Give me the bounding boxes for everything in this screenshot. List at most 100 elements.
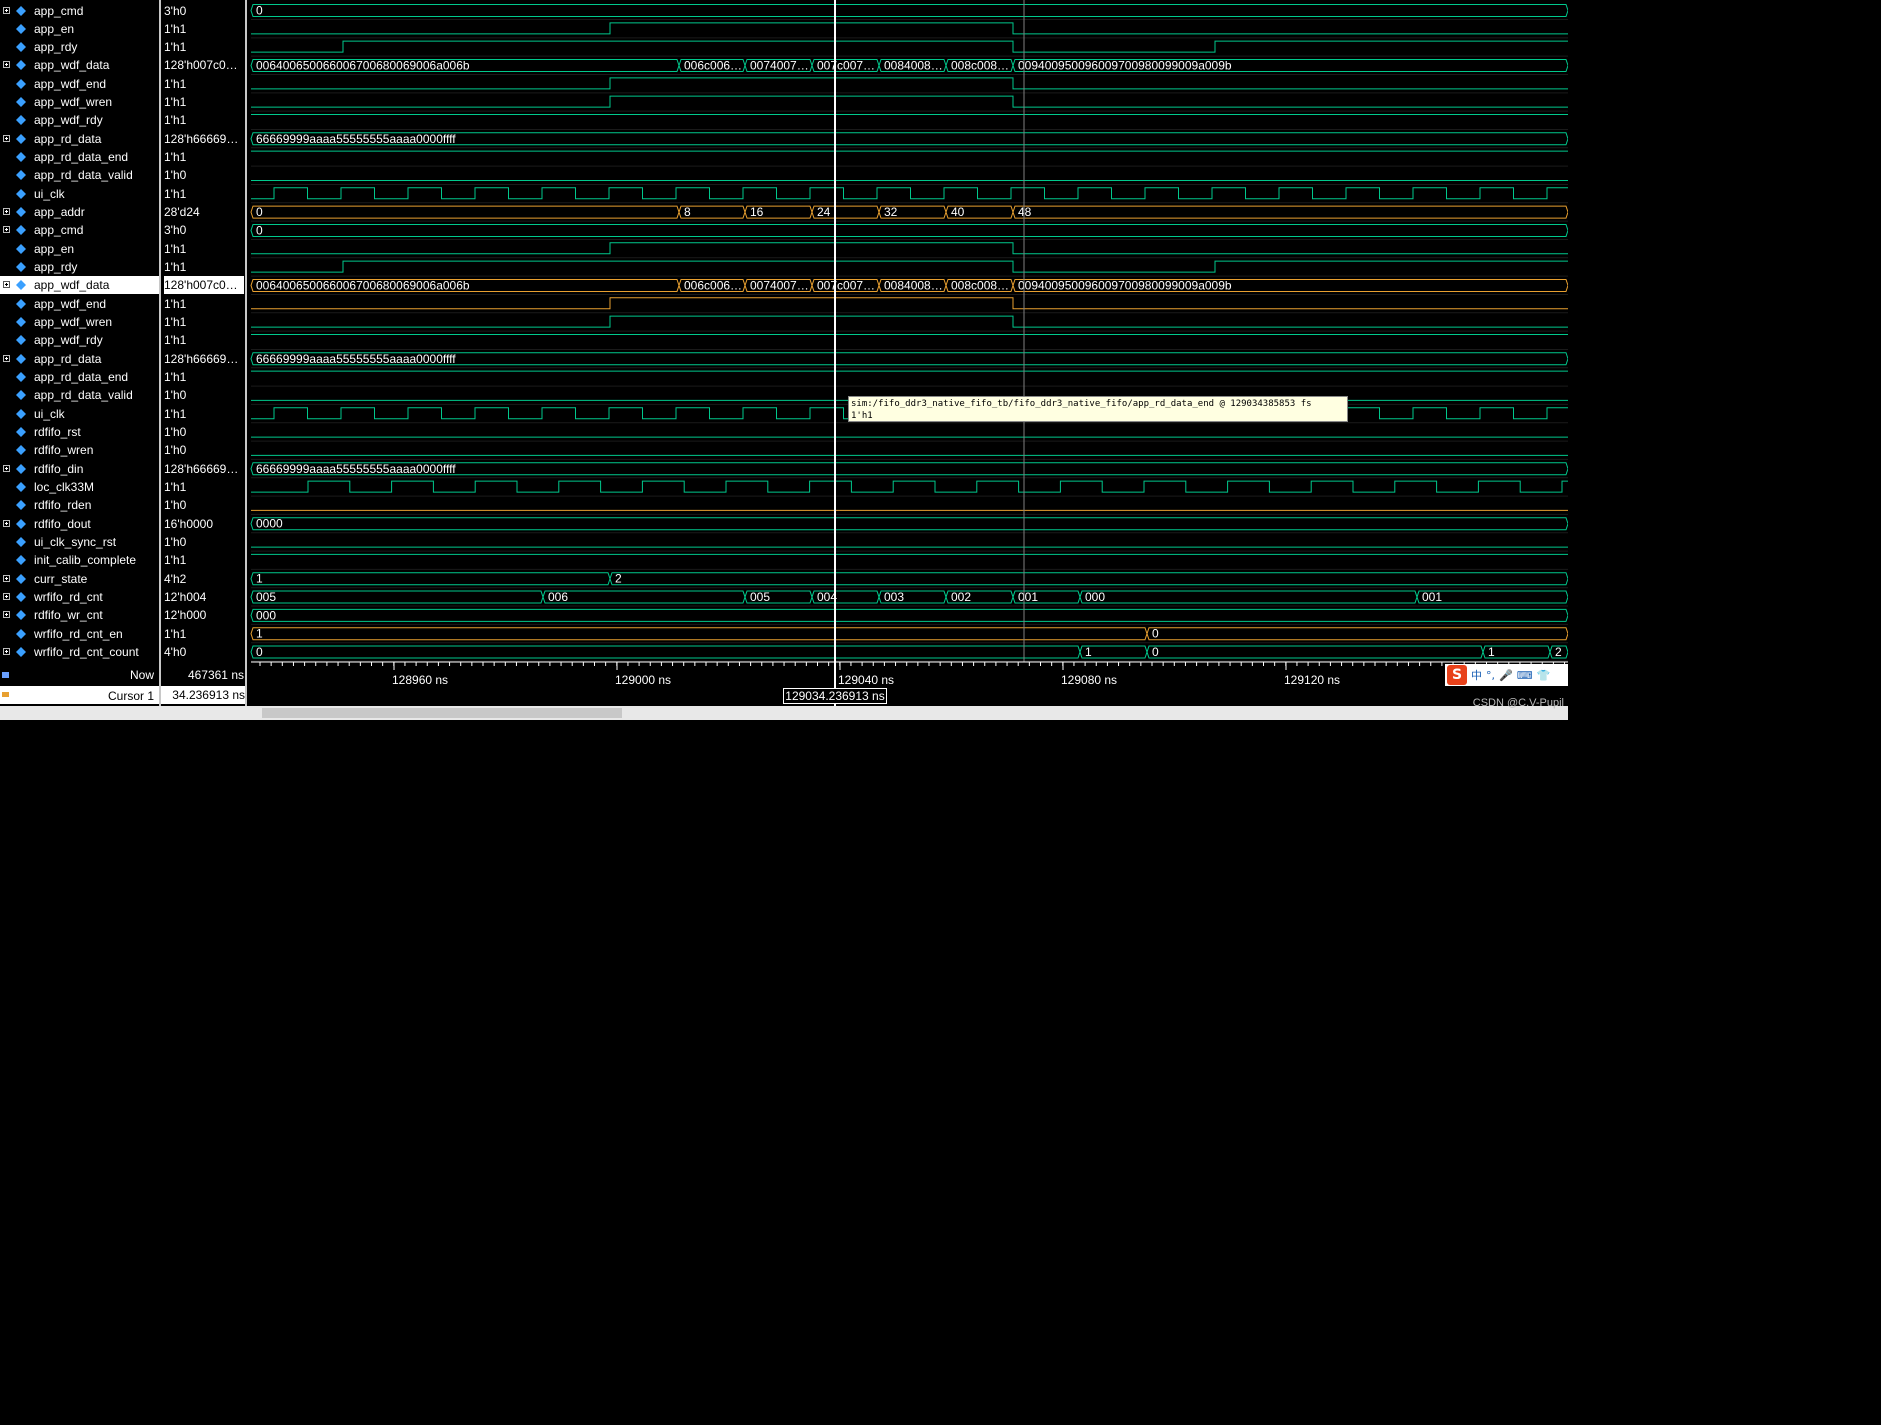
scroll-left-icon[interactable]: ◀ xyxy=(166,1413,176,1425)
scrollbar-thumb[interactable] xyxy=(262,708,622,718)
scroll-right-icon[interactable]: ▶ xyxy=(150,1413,160,1425)
cursor-label: Cursor 1 xyxy=(107,689,154,703)
signal-value: 1'h1 xyxy=(164,407,187,421)
signal-name: app_wdf_rdy xyxy=(34,333,103,347)
signal-icon xyxy=(16,170,26,180)
signal-row[interactable]: rdfifo_rden xyxy=(0,496,159,514)
bus-value-label: 0 xyxy=(256,223,263,237)
expand-icon[interactable] xyxy=(3,7,10,14)
signal-row[interactable]: wrfifo_rd_cnt_en xyxy=(0,625,159,643)
signal-row[interactable]: app_rdy xyxy=(0,258,159,276)
wave-trace xyxy=(251,315,1568,328)
signal-row[interactable]: rdfifo_din xyxy=(0,460,159,478)
signal-row[interactable]: app_rd_data_end xyxy=(0,148,159,166)
bus-value-label: 009400950096009700980099009a009b xyxy=(1018,278,1232,292)
ime-skin-icon[interactable]: 👕 xyxy=(1537,669,1551,682)
cursor-time-readout[interactable]: 129034.236913 ns xyxy=(783,688,887,704)
signal-icon xyxy=(16,207,26,217)
signal-icon xyxy=(16,189,26,199)
scroll-right-icon[interactable]: ▶ xyxy=(235,1413,245,1425)
signal-row[interactable]: app_wdf_end xyxy=(0,295,159,313)
signal-row[interactable]: app_en xyxy=(0,20,159,38)
ime-logo[interactable]: S xyxy=(1447,665,1467,685)
signal-row[interactable]: app_rdy xyxy=(0,38,159,56)
signal-row[interactable]: app_cmd xyxy=(0,221,159,239)
signal-row[interactable]: app_addr xyxy=(0,203,159,221)
signal-row[interactable]: app_wdf_rdy xyxy=(0,111,159,129)
ime-keyboard-icon[interactable]: ⌨ xyxy=(1517,669,1533,682)
signal-value: 1'h1 xyxy=(164,150,187,164)
horizontal-scrollbar-area[interactable]: ◀ ▶ ◀ ▶ ◀ xyxy=(0,706,1568,1424)
signal-name: init_calib_complete xyxy=(34,553,137,567)
waveform-canvas[interactable]: 0 006400650066006700680069006a006b 006c006… xyxy=(248,0,1568,706)
signal-row[interactable]: app_en xyxy=(0,240,159,258)
signal-name: app_en xyxy=(34,242,75,256)
signal-row[interactable]: ui_clk xyxy=(0,405,159,423)
scroll-left-icon[interactable]: ◀ xyxy=(2,1413,12,1425)
signal-row[interactable]: app_wdf_data xyxy=(0,56,159,74)
signal-name: app_addr xyxy=(34,205,85,219)
bus-value-label: 006c006… xyxy=(684,278,742,292)
bus-value-label: 003 xyxy=(884,590,904,604)
signal-row[interactable]: app_wdf_end xyxy=(0,75,159,93)
timeline-tick-label: 129040 ns xyxy=(838,673,894,687)
signal-row[interactable]: app_rd_data_valid xyxy=(0,386,159,404)
expand-icon[interactable] xyxy=(3,611,10,618)
signal-row[interactable]: app_rd_data xyxy=(0,350,159,368)
signal-icon xyxy=(16,445,26,455)
signal-name: rdfifo_wr_cnt xyxy=(34,608,103,622)
signal-row[interactable]: rdfifo_wren xyxy=(0,441,159,459)
signal-row[interactable]: rdfifo_rst xyxy=(0,423,159,441)
signal-row[interactable]: ui_clk xyxy=(0,185,159,203)
signal-row[interactable]: init_calib_complete xyxy=(0,551,159,569)
ime-chinese-mode[interactable]: 中 xyxy=(1471,667,1482,683)
signal-value: 1'h1 xyxy=(164,297,187,311)
signal-row[interactable]: rdfifo_dout xyxy=(0,515,159,533)
expand-icon[interactable] xyxy=(3,648,10,655)
expand-icon[interactable] xyxy=(3,226,10,233)
signal-row[interactable]: wrfifo_rd_cnt_count xyxy=(0,643,159,661)
bus-value-label: 66669999aaaa55555555aaaa0000ffff xyxy=(256,462,456,476)
bus-value-label: 8 xyxy=(684,205,691,219)
signal-row[interactable]: app_rd_data_end xyxy=(0,368,159,386)
signal-name: app_wdf_rdy xyxy=(34,113,103,127)
signal-icon xyxy=(16,574,26,584)
signal-row[interactable]: wrfifo_rd_cnt xyxy=(0,588,159,606)
bus-value-label: 0074007… xyxy=(750,278,809,292)
signal-row[interactable]: app_wdf_rdy xyxy=(0,331,159,349)
expand-icon[interactable] xyxy=(3,355,10,362)
signal-value: 1'h1 xyxy=(164,315,187,329)
signal-row[interactable]: loc_clk33M xyxy=(0,478,159,496)
expand-icon[interactable] xyxy=(3,465,10,472)
signal-row[interactable]: app_wdf_wren xyxy=(0,93,159,111)
bus-segment xyxy=(250,627,1148,641)
expand-icon[interactable] xyxy=(3,61,10,68)
expand-icon[interactable] xyxy=(3,281,10,288)
signal-row[interactable]: curr_state xyxy=(0,570,159,588)
signal-row[interactable]: app_wdf_wren xyxy=(0,313,159,331)
wave-tools-icon[interactable] xyxy=(2,671,9,678)
ime-microphone-icon[interactable]: 🎤 xyxy=(1499,669,1513,682)
ime-toolbar[interactable]: S 中 °, 🎤 ⌨ 👕 xyxy=(1445,664,1568,686)
signal-row[interactable]: rdfifo_wr_cnt xyxy=(0,606,159,624)
signal-row[interactable]: ui_clk_sync_rst xyxy=(0,533,159,551)
signal-row[interactable]: app_rd_data_valid xyxy=(0,166,159,184)
signal-icon xyxy=(16,354,26,364)
column-separator[interactable] xyxy=(245,0,247,720)
signal-value: 128'h007c0… xyxy=(164,276,244,294)
expand-icon[interactable] xyxy=(3,135,10,142)
bus-value-label: 008c008… xyxy=(951,278,1009,292)
cursor-tools-icon[interactable] xyxy=(2,690,9,697)
scroll-left-icon[interactable]: ◀ xyxy=(252,1413,262,1425)
signal-row[interactable]: app_wdf_data xyxy=(0,276,159,294)
expand-icon[interactable] xyxy=(3,520,10,527)
signal-row[interactable]: app_cmd xyxy=(0,2,159,20)
bus-value-label: 1 xyxy=(256,627,263,641)
ime-punctuation[interactable]: °, xyxy=(1486,669,1495,682)
expand-icon[interactable] xyxy=(3,208,10,215)
signal-row[interactable]: app_rd_data xyxy=(0,130,159,148)
expand-icon[interactable] xyxy=(3,575,10,582)
bus-segment xyxy=(250,608,1568,622)
wave-trace xyxy=(251,187,1568,200)
expand-icon[interactable] xyxy=(3,593,10,600)
